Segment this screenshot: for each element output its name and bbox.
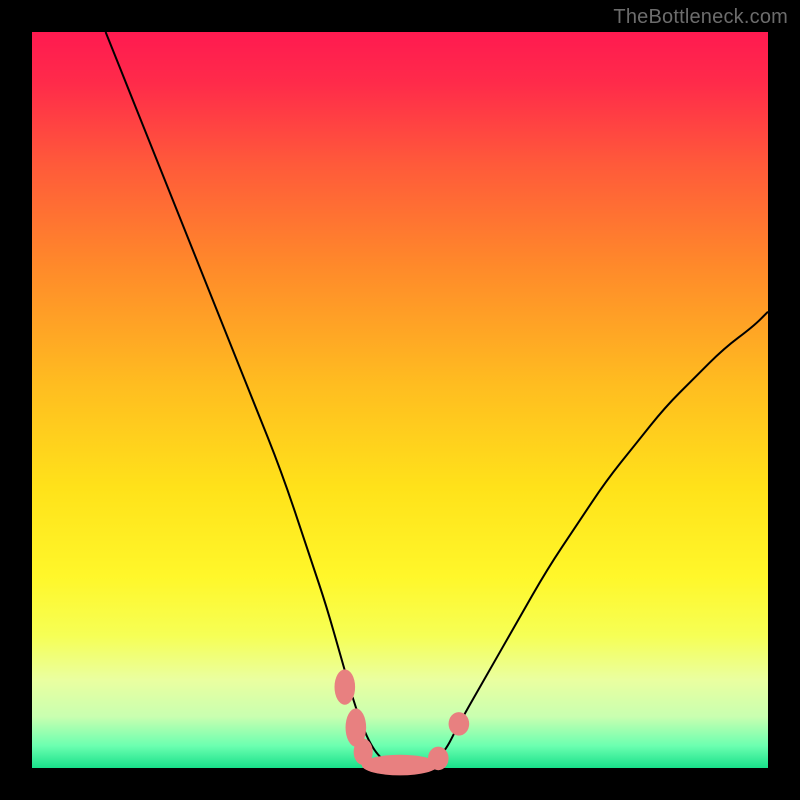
curve-marker (362, 755, 439, 776)
plot-area (32, 32, 768, 768)
chart-frame: TheBottleneck.com (0, 0, 800, 800)
bottleneck-curve-svg (32, 32, 768, 768)
curve-marker (334, 669, 355, 704)
watermark-text: TheBottleneck.com (613, 6, 788, 29)
curve-marker (428, 747, 449, 771)
curve-marker (449, 712, 470, 736)
bottleneck-curve-path (106, 32, 768, 766)
